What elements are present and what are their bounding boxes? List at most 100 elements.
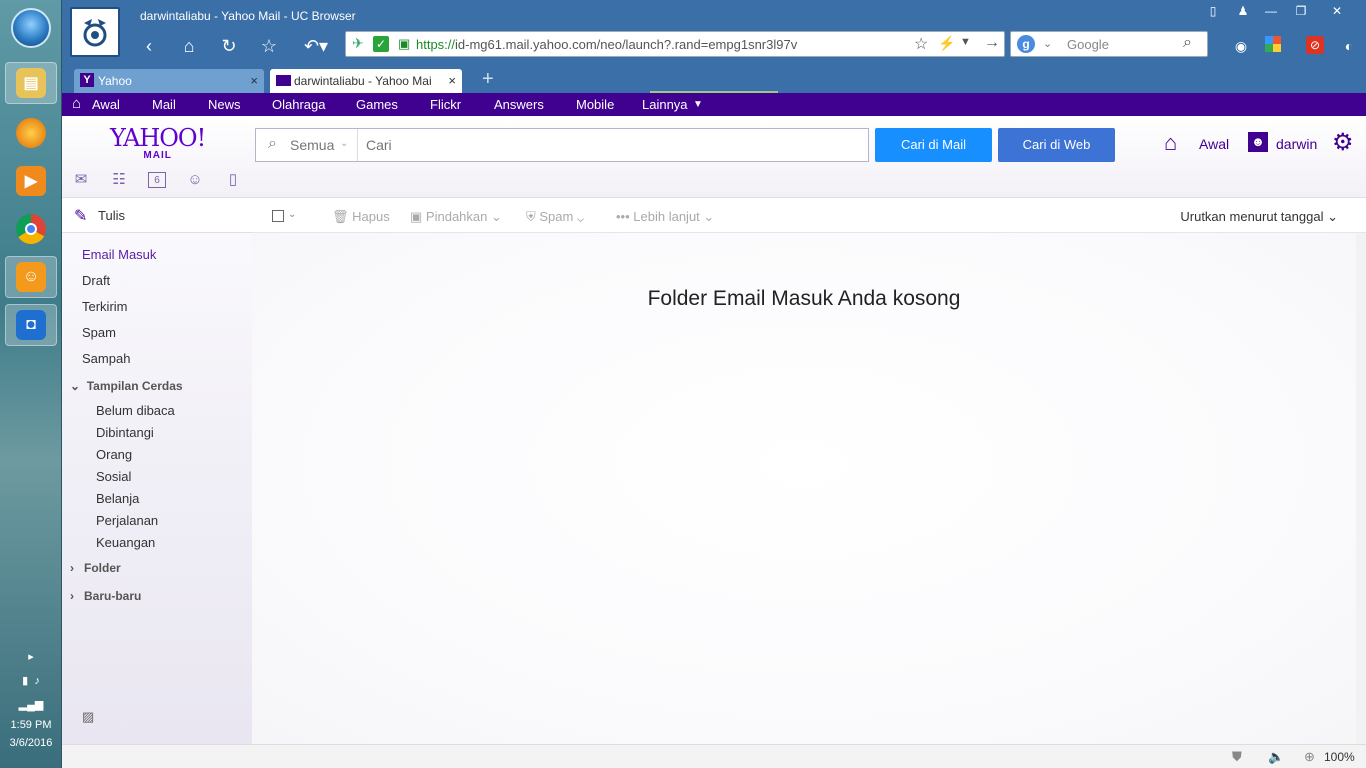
select-all-checkbox[interactable] — [272, 210, 284, 222]
browser-search-bar[interactable]: g ⌄ Google ⌕ — [1010, 31, 1208, 57]
smart-views-toggle[interactable]: ⌄ Tampilan Cerdas — [70, 379, 183, 393]
start-button[interactable] — [11, 8, 51, 48]
tray-network-icon[interactable]: ▂▄▆ — [0, 698, 62, 711]
tab-close-icon[interactable]: × — [445, 73, 456, 88]
spam-button[interactable]: ⛨ Spam ⌄ — [526, 209, 584, 225]
volume-icon[interactable]: 🔈 — [1268, 749, 1284, 765]
compose-button[interactable]: ✎ Tulis — [62, 199, 252, 233]
go-arrow-icon[interactable]: → — [984, 34, 1000, 52]
gear-icon[interactable]: ⚙ — [1332, 128, 1354, 157]
google-g-icon[interactable]: g — [1017, 35, 1035, 53]
folder-sent[interactable]: Terkirim — [82, 299, 128, 314]
zoom-icon[interactable]: ⊕ — [1304, 749, 1315, 765]
calendar-icon[interactable]: 6 — [148, 172, 166, 188]
clock-date[interactable]: 3/6/2016 — [0, 737, 62, 749]
taskbar-media-button[interactable]: ▶ — [5, 160, 57, 202]
tab-close-icon[interactable]: × — [250, 73, 258, 88]
url-text[interactable]: https://id-mg61.mail.yahoo.com/neo/launc… — [416, 37, 797, 52]
folder-trash[interactable]: Sampah — [82, 351, 130, 366]
nav-answers[interactable]: Answers — [494, 97, 544, 112]
back-icon[interactable]: ‹ — [137, 36, 161, 56]
search-scope-dropdown[interactable]: ⌕ Semua ⌄ — [256, 129, 358, 161]
tray-expand-icon[interactable]: ▸ — [0, 650, 62, 663]
recent-group-toggle[interactable]: › Baru-baru — [70, 589, 141, 603]
taskbar-chrome-button[interactable] — [5, 208, 57, 250]
tray-battery-volume-icons[interactable]: ▮ ♪ — [0, 674, 62, 687]
shield-status-icon[interactable]: ⛊ — [1232, 749, 1242, 765]
check-icon[interactable]: ✓ — [373, 36, 389, 52]
smart-view-people[interactable]: Orang — [96, 447, 132, 462]
sort-dropdown[interactable]: Urutkan menurut tanggal ⌄ — [1180, 209, 1338, 225]
engine-dropdown-icon[interactable]: ⌄ — [1043, 37, 1052, 50]
smart-view-shopping[interactable]: Belanja — [96, 491, 139, 506]
user-avatar-icon[interactable]: ☻ — [1248, 132, 1268, 152]
contacts-icon[interactable]: ☷ — [110, 172, 128, 188]
search-mail-button[interactable]: Cari di Mail — [875, 128, 992, 162]
home-link[interactable]: Awal — [1199, 136, 1229, 152]
mail-icon[interactable]: ✉ — [72, 172, 90, 188]
smart-view-finance[interactable]: Keuangan — [96, 535, 155, 550]
uc-logo-icon[interactable] — [70, 7, 120, 57]
speed-mode-icon[interactable]: ✈ — [352, 35, 364, 52]
nav-flickr[interactable]: Flickr — [430, 97, 461, 112]
chevron-down-icon[interactable]: ⌄ — [288, 209, 296, 220]
undo-close-tab-icon[interactable]: ↶▾ — [300, 36, 332, 56]
tab-yahoo-mail[interactable]: darwintaliabu - Yahoo Mai × — [270, 69, 462, 93]
smart-view-starred[interactable]: Dibintangi — [96, 425, 154, 440]
nav-games[interactable]: Games — [356, 97, 398, 112]
taskbar-app-button[interactable] — [5, 112, 57, 154]
url-dropdown-icon[interactable]: ▼ — [960, 36, 971, 48]
minimize-icon[interactable]: — — [1260, 3, 1282, 19]
move-button[interactable]: ▣ Pindahkan ⌄ — [410, 209, 502, 225]
search-web-button[interactable]: Cari di Web — [998, 128, 1115, 162]
zoom-level[interactable]: 100% — [1324, 750, 1355, 764]
more-button[interactable]: ••• Lebih lanjut ⌄ — [616, 209, 714, 225]
folder-inbox[interactable]: Email Masuk — [82, 247, 156, 262]
image-icon[interactable]: ▨ — [82, 709, 94, 725]
close-icon[interactable]: ✕ — [1326, 3, 1348, 19]
sort-label: Urutkan menurut tanggal — [1180, 209, 1324, 224]
home-icon[interactable]: ⌂ — [72, 95, 81, 112]
folder-draft[interactable]: Draft — [82, 273, 110, 288]
tab-yahoo[interactable]: Y Yahoo × — [74, 69, 264, 93]
yahoo-mail-logo[interactable]: YAHOO! MAIL — [110, 126, 206, 161]
home-icon[interactable]: ⌂ — [177, 36, 201, 56]
nav-olahraga[interactable]: Olahraga — [272, 97, 325, 112]
favorite-star-icon[interactable]: ☆ — [914, 34, 928, 54]
mobile-view-icon[interactable]: ▯ — [1202, 3, 1224, 19]
chevron-down-icon[interactable]: ▼ — [693, 99, 703, 110]
lightning-icon[interactable]: ⚡ — [938, 35, 955, 52]
nav-mail[interactable]: Mail — [152, 97, 176, 112]
new-tab-button[interactable]: + — [482, 68, 494, 91]
skin-icon[interactable]: ♟ — [1232, 3, 1254, 19]
smart-view-social[interactable]: Sosial — [96, 469, 131, 484]
nav-awal[interactable]: Awal — [92, 97, 120, 112]
taskbar-explorer-button[interactable]: ▤ — [5, 62, 57, 104]
nav-news[interactable]: News — [208, 97, 241, 112]
bookmark-star-icon[interactable]: ☆ — [257, 36, 281, 56]
smart-view-unread[interactable]: Belum dibaca — [96, 403, 175, 418]
restore-icon[interactable]: ❐ — [1290, 3, 1312, 19]
home-icon[interactable]: ⌂ — [1164, 130, 1177, 156]
menu-icon[interactable]: ◐ — [1338, 38, 1360, 54]
wifi-icon[interactable]: ◉ — [1230, 38, 1252, 54]
nav-mobile[interactable]: Mobile — [576, 97, 614, 112]
delete-button[interactable]: 🗑 Hapus — [332, 209, 390, 225]
nav-lainnya[interactable]: Lainnya — [642, 97, 688, 112]
clock-time[interactable]: 1:59 PM — [0, 719, 62, 731]
smart-view-travel[interactable]: Perjalanan — [96, 513, 158, 528]
search-icon[interactable]: ⌕ — [1183, 34, 1192, 52]
apps-grid-icon[interactable] — [1262, 36, 1284, 52]
reload-icon[interactable]: ↻ — [217, 36, 241, 56]
adblock-icon[interactable]: ⊘ — [1304, 36, 1326, 54]
mobile-icon[interactable]: ▯ — [224, 172, 242, 188]
folder-spam[interactable]: Spam — [82, 325, 116, 340]
taskbar-app2-button[interactable]: ◘ — [5, 304, 57, 346]
messenger-icon[interactable]: ☺ — [186, 172, 204, 188]
user-link[interactable]: darwin — [1276, 136, 1317, 152]
taskbar-ucbrowser-button[interactable]: ☺ — [5, 256, 57, 298]
folder-group-toggle[interactable]: › Folder — [70, 561, 121, 575]
mail-search-input[interactable] — [366, 135, 856, 155]
page-scrollbar[interactable] — [1356, 233, 1366, 744]
address-bar[interactable]: ✈ ✓ ▣ https://id-mg61.mail.yahoo.com/neo… — [345, 31, 1005, 57]
